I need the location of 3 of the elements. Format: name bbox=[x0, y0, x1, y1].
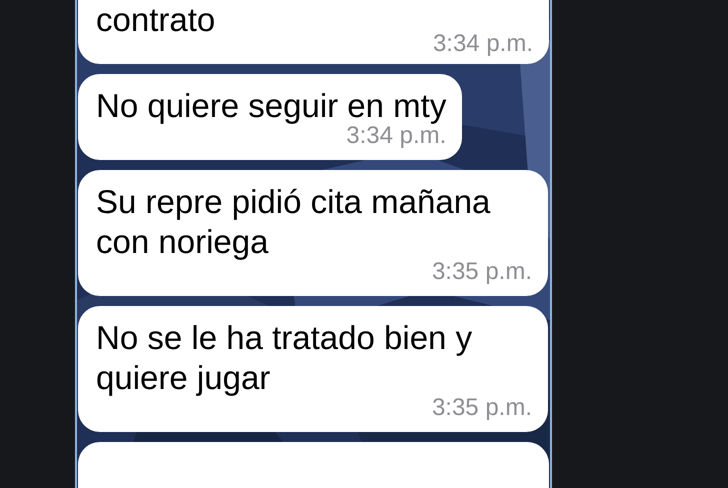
message-time: 3:34 p.m. bbox=[432, 30, 533, 58]
message-text: No quiere seguir en mty bbox=[96, 86, 446, 126]
message-text: contrato bbox=[96, 0, 216, 40]
